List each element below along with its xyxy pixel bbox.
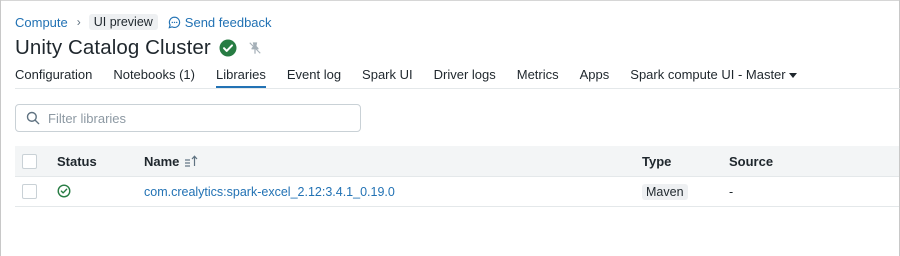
tab-spark-ui-label: Spark UI: [362, 67, 413, 82]
speech-bubble-icon: [168, 16, 180, 29]
breadcrumb: Compute › UI preview Send feedback: [15, 13, 272, 31]
tab-libraries[interactable]: Libraries: [215, 62, 266, 88]
send-feedback-link[interactable]: Send feedback: [168, 15, 272, 30]
library-source: -: [729, 184, 734, 199]
select-all-checkbox[interactable]: [22, 153, 37, 169]
library-name-link[interactable]: com.crealytics:spark-excel_2.12:3.4.1_0.…: [144, 185, 395, 199]
tab-configuration-label: Configuration: [15, 67, 93, 82]
tab-event-log[interactable]: Event log: [287, 62, 341, 87]
row-checkbox[interactable]: [22, 184, 37, 199]
pin-icon[interactable]: [248, 41, 262, 55]
installed-status-icon: [57, 184, 71, 201]
caret-down-icon: [788, 73, 797, 79]
tab-apps-label: Apps: [579, 67, 610, 82]
filter-libraries-input[interactable]: [46, 109, 340, 127]
tab-metrics[interactable]: Metrics: [517, 62, 559, 87]
column-source: Source: [729, 153, 774, 169]
library-name-label: com.crealytics:spark-excel_2.12:3.4.1_0.…: [144, 184, 395, 199]
tab-spark-compute-ui-dropdown[interactable]: Spark compute UI - Master: [630, 62, 797, 87]
tab-notebooks[interactable]: Notebooks (1): [113, 62, 195, 87]
tab-notebooks-label: Notebooks (1): [113, 67, 195, 82]
running-status-icon: [219, 39, 237, 57]
tab-bar: Configuration Notebooks (1) Libraries Ev…: [15, 62, 900, 89]
tab-driver-logs-label: Driver logs: [433, 67, 496, 82]
tab-libraries-label: Libraries: [215, 67, 266, 82]
sort-ascending-icon[interactable]: [184, 155, 198, 167]
send-feedback-label: Send feedback: [184, 14, 272, 30]
page-title: Unity Catalog Cluster: [15, 36, 211, 59]
search-icon: [26, 111, 40, 125]
window-left-border: [0, 0, 1, 256]
tab-spark-ui[interactable]: Spark UI: [362, 62, 413, 87]
tab-apps[interactable]: Apps: [580, 62, 610, 87]
tab-event-log-label: Event log: [286, 67, 342, 82]
ui-preview-badge: UI preview: [88, 14, 158, 30]
breadcrumb-compute-link[interactable]: Compute: [15, 15, 68, 30]
table-row: com.crealytics:spark-excel_2.12:3.4.1_0.…: [15, 177, 899, 207]
breadcrumb-separator: ›: [76, 15, 81, 29]
column-name-label: Name: [144, 153, 180, 169]
library-type-tag: Maven: [642, 183, 688, 200]
library-type: Maven: [642, 183, 688, 200]
column-type: Type: [642, 153, 672, 169]
tab-driver-logs[interactable]: Driver logs: [434, 62, 496, 87]
column-name[interactable]: Name: [144, 154, 198, 169]
libraries-table: Status Name Type Source com.crealytics:s…: [15, 146, 899, 207]
window-top-border: [0, 0, 900, 1]
tab-spark-compute-ui-label: Spark compute UI - Master: [630, 67, 786, 82]
column-status: Status: [57, 153, 97, 169]
title-row: Unity Catalog Cluster: [15, 35, 262, 61]
tab-configuration[interactable]: Configuration: [15, 62, 92, 87]
table-header: Status Name Type Source: [15, 146, 899, 177]
tab-metrics-label: Metrics: [516, 67, 559, 82]
filter-libraries-box: [15, 104, 361, 132]
